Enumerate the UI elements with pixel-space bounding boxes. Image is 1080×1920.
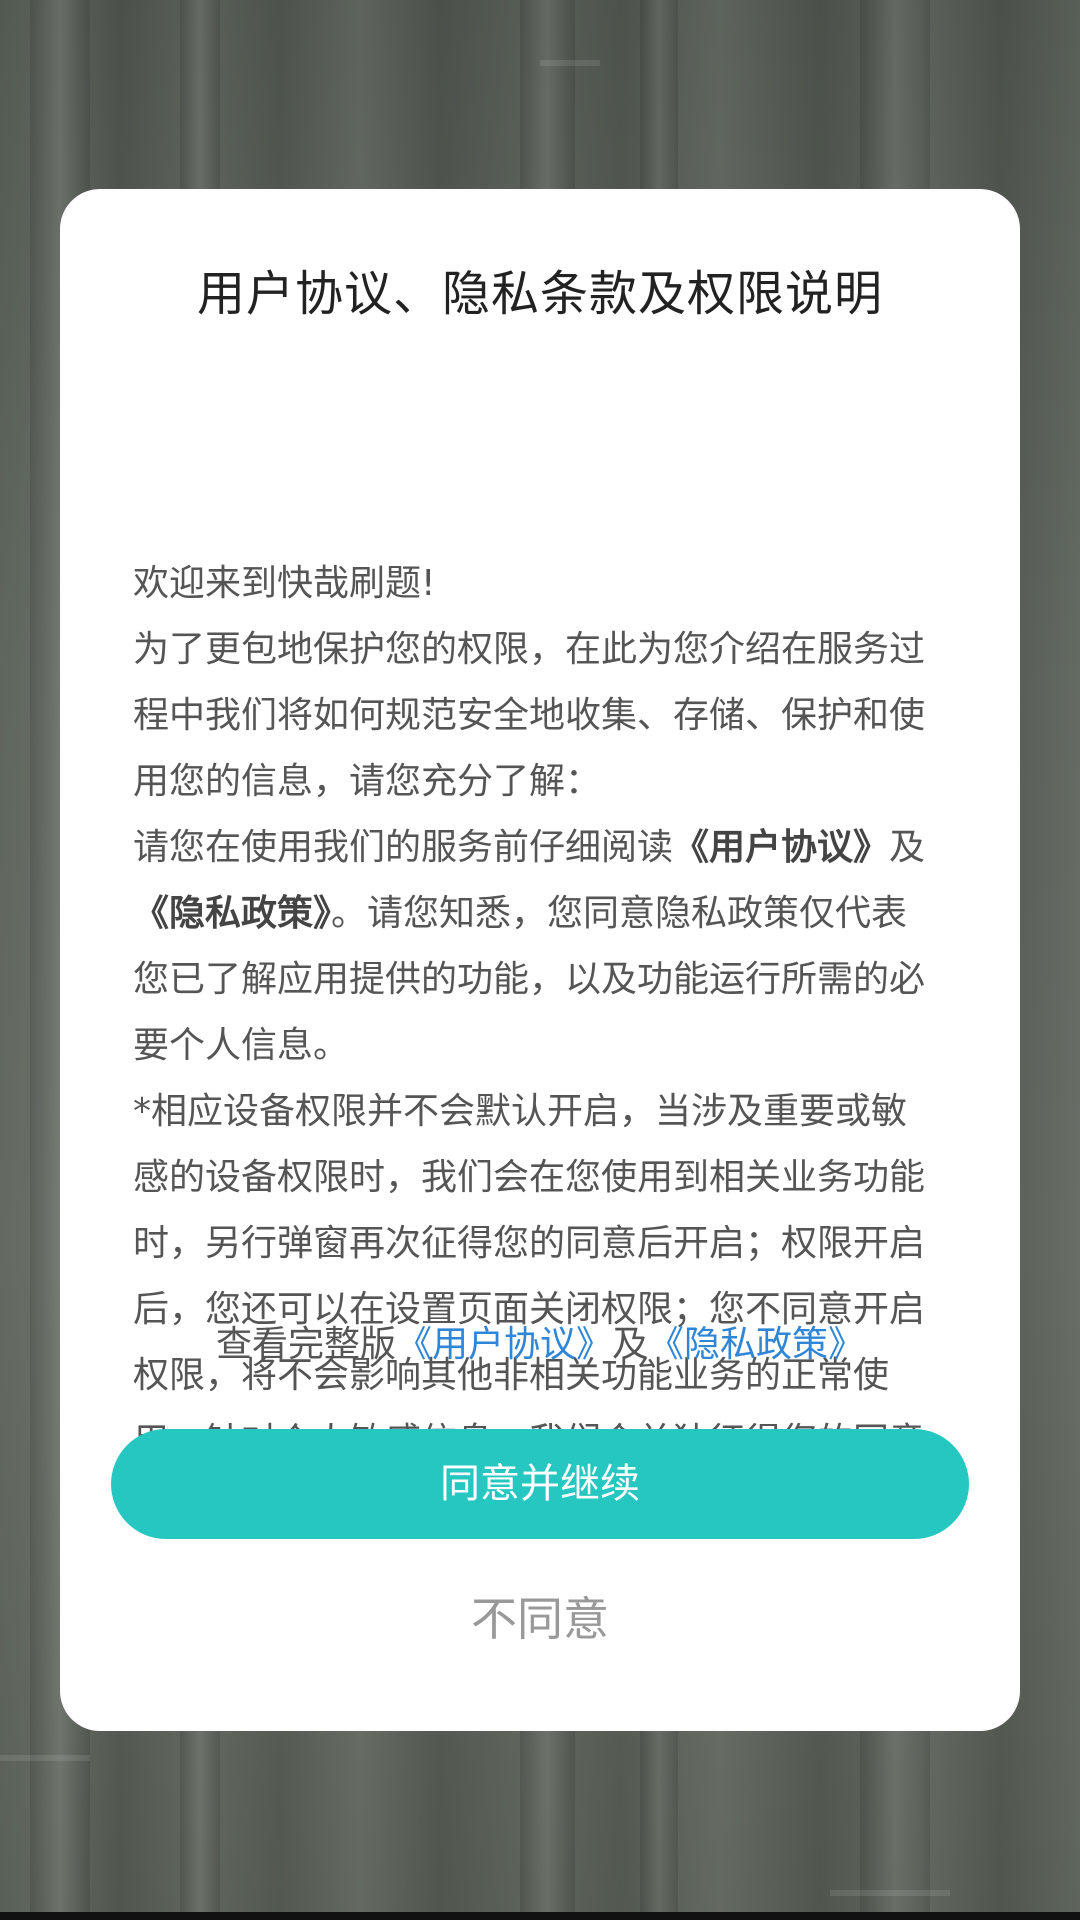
paragraph-data-usage: 为了更包地保护您的权限，在此为您介绍在服务过程中我们将如何规范安全地收集、存储、… bbox=[133, 629, 926, 802]
view-full-documents: 查看完整版《用户协议》及《隐私政策》 bbox=[60, 1315, 1020, 1367]
agree-continue-button[interactable]: 同意并继续 bbox=[111, 1429, 969, 1539]
inline-agreement-name: 《用户协议》 bbox=[673, 827, 890, 868]
paragraph-2-pre: 请您在使用我们的服务前仔细阅读 bbox=[133, 827, 674, 868]
paragraph-permissions: *相应设备权限并不会默认开启，当涉及重要或敏感的设备权限时，我们会在您使用到相关… bbox=[133, 1091, 926, 1462]
disagree-button[interactable]: 不同意 bbox=[60, 1574, 1020, 1664]
view-full-and: 及 bbox=[612, 1324, 649, 1365]
view-full-prefix: 查看完整版 bbox=[215, 1324, 396, 1365]
inline-privacy-name: 《隐私政策》 bbox=[133, 893, 332, 934]
navigation-bar bbox=[0, 1912, 1080, 1920]
paragraph-read-before-use: 请您在使用我们的服务前仔细阅读《用户协议》及《隐私政策》。请您知悉，您同意隐私政… bbox=[133, 815, 937, 1079]
inline-and: 及 bbox=[889, 827, 926, 868]
privacy-dialog: 用户协议、隐私条款及权限说明 欢迎来到快哉刷题! 为了更包地保护您的权限，在此为… bbox=[60, 189, 1020, 1731]
bamboo-node bbox=[0, 1755, 90, 1761]
bamboo-node bbox=[830, 1890, 950, 1896]
dialog-title: 用户协议、隐私条款及权限说明 bbox=[196, 266, 883, 322]
user-agreement-link[interactable]: 《用户协议》 bbox=[396, 1324, 612, 1365]
bamboo-node bbox=[540, 60, 600, 66]
privacy-policy-link[interactable]: 《隐私政策》 bbox=[648, 1324, 864, 1365]
intro-greeting: 欢迎来到快哉刷题! bbox=[133, 563, 436, 604]
